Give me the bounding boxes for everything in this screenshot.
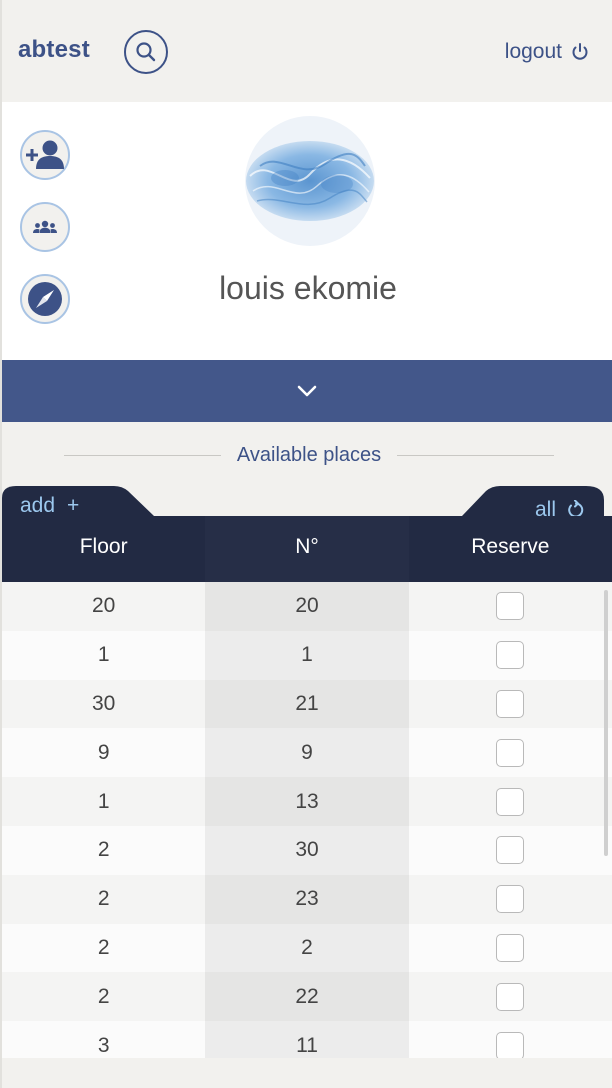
floor-cell: 30 <box>91 691 116 715</box>
app-page: abtest logout louis ekomie Available pla… <box>0 0 612 1088</box>
brand-logo[interactable]: abtest <box>18 36 90 64</box>
floor-cell: 9 <box>97 740 110 764</box>
table-row: 9 9 <box>2 728 612 778</box>
reserve-cell <box>409 631 612 680</box>
reserve-checkbox[interactable] <box>496 1031 525 1058</box>
number-cell: 21 <box>205 679 409 729</box>
reserve-checkbox[interactable] <box>496 982 525 1011</box>
add-user-icon <box>26 140 64 169</box>
search-button[interactable] <box>124 30 168 74</box>
floor-cell: 20 <box>91 594 116 618</box>
logout-label: logout <box>504 40 562 63</box>
table-row: 2 30 <box>2 825 612 875</box>
reserve-cell <box>409 582 612 631</box>
top-bar: abtest logout <box>2 0 612 102</box>
power-icon <box>572 43 588 60</box>
reserve-cell <box>409 875 612 924</box>
table-row: 20 20 <box>2 582 612 631</box>
reserve-cell <box>409 777 612 826</box>
reserve-checkbox[interactable] <box>496 689 525 718</box>
number-cell: 30 <box>205 825 409 875</box>
floor-cell: 1 <box>97 789 110 813</box>
table-row: 2 23 <box>2 874 612 924</box>
search-icon <box>136 42 156 62</box>
reserve-checkbox[interactable] <box>496 885 525 914</box>
number-cell: 1 <box>205 630 409 680</box>
table-body: 20 20 1 1 30 21 9 9 1 13 2 30 2 23 2 2 2… <box>2 582 612 1058</box>
reserve-cell <box>409 972 612 1021</box>
table-row: 1 13 <box>2 777 612 826</box>
reserve-checkbox[interactable] <box>496 641 525 670</box>
reserve-cell <box>409 924 612 973</box>
divider <box>64 454 221 456</box>
table-row: 2 2 <box>2 923 612 973</box>
reserve-checkbox[interactable] <box>496 836 525 865</box>
column-header-reserve[interactable]: Reserve <box>409 516 612 582</box>
number-cell: 9 <box>205 728 409 778</box>
profile-name: louis ekomie <box>219 270 397 306</box>
number-cell: 23 <box>205 874 409 924</box>
table-row: 3 11 <box>2 1021 612 1058</box>
reserve-checkbox[interactable] <box>496 592 525 621</box>
table-row: 1 1 <box>2 630 612 680</box>
number-cell: 11 <box>205 1021 409 1058</box>
column-header-floor[interactable]: Floor <box>2 516 205 582</box>
table-tabs: add + all <box>2 486 612 521</box>
reserve-cell <box>409 680 612 729</box>
number-cell: 2 <box>205 923 409 973</box>
expand-toggle[interactable] <box>2 360 612 422</box>
floor-cell: 3 <box>97 1033 110 1057</box>
reserve-cell <box>409 1021 612 1058</box>
plus-icon: + <box>67 494 80 517</box>
divider <box>397 454 555 456</box>
floor-cell: 2 <box>97 935 110 959</box>
column-header-number[interactable]: N° <box>205 516 409 582</box>
number-cell: 13 <box>205 777 409 826</box>
section-title: Available places <box>236 443 382 466</box>
floor-cell: 2 <box>97 887 110 911</box>
section-header: Available places <box>64 438 555 472</box>
reserve-checkbox[interactable] <box>496 933 525 962</box>
add-label: add <box>20 494 56 517</box>
number-cell: 20 <box>205 582 409 631</box>
reserve-cell <box>409 728 612 777</box>
table-row: 2 22 <box>2 972 612 1022</box>
table-row: 30 21 <box>2 679 612 729</box>
reserve-checkbox[interactable] <box>496 738 525 767</box>
avatar <box>245 116 375 246</box>
chevron-down-icon <box>297 385 317 397</box>
add-user-button[interactable] <box>20 130 70 180</box>
reserve-cell <box>409 826 612 875</box>
logout-button[interactable]: logout <box>505 40 590 64</box>
floor-cell: 2 <box>97 984 110 1008</box>
table-header: Floor N° Reserve <box>2 516 612 582</box>
floor-cell: 1 <box>97 643 110 667</box>
group-button[interactable] <box>20 202 70 252</box>
number-cell: 22 <box>205 972 409 1022</box>
table-scrollbar[interactable] <box>604 590 608 856</box>
group-icon <box>33 220 57 233</box>
profile-card: louis ekomie <box>2 102 612 360</box>
floor-cell: 2 <box>97 838 110 862</box>
reserve-checkbox[interactable] <box>496 787 525 816</box>
add-place-button[interactable]: add + <box>20 494 79 518</box>
